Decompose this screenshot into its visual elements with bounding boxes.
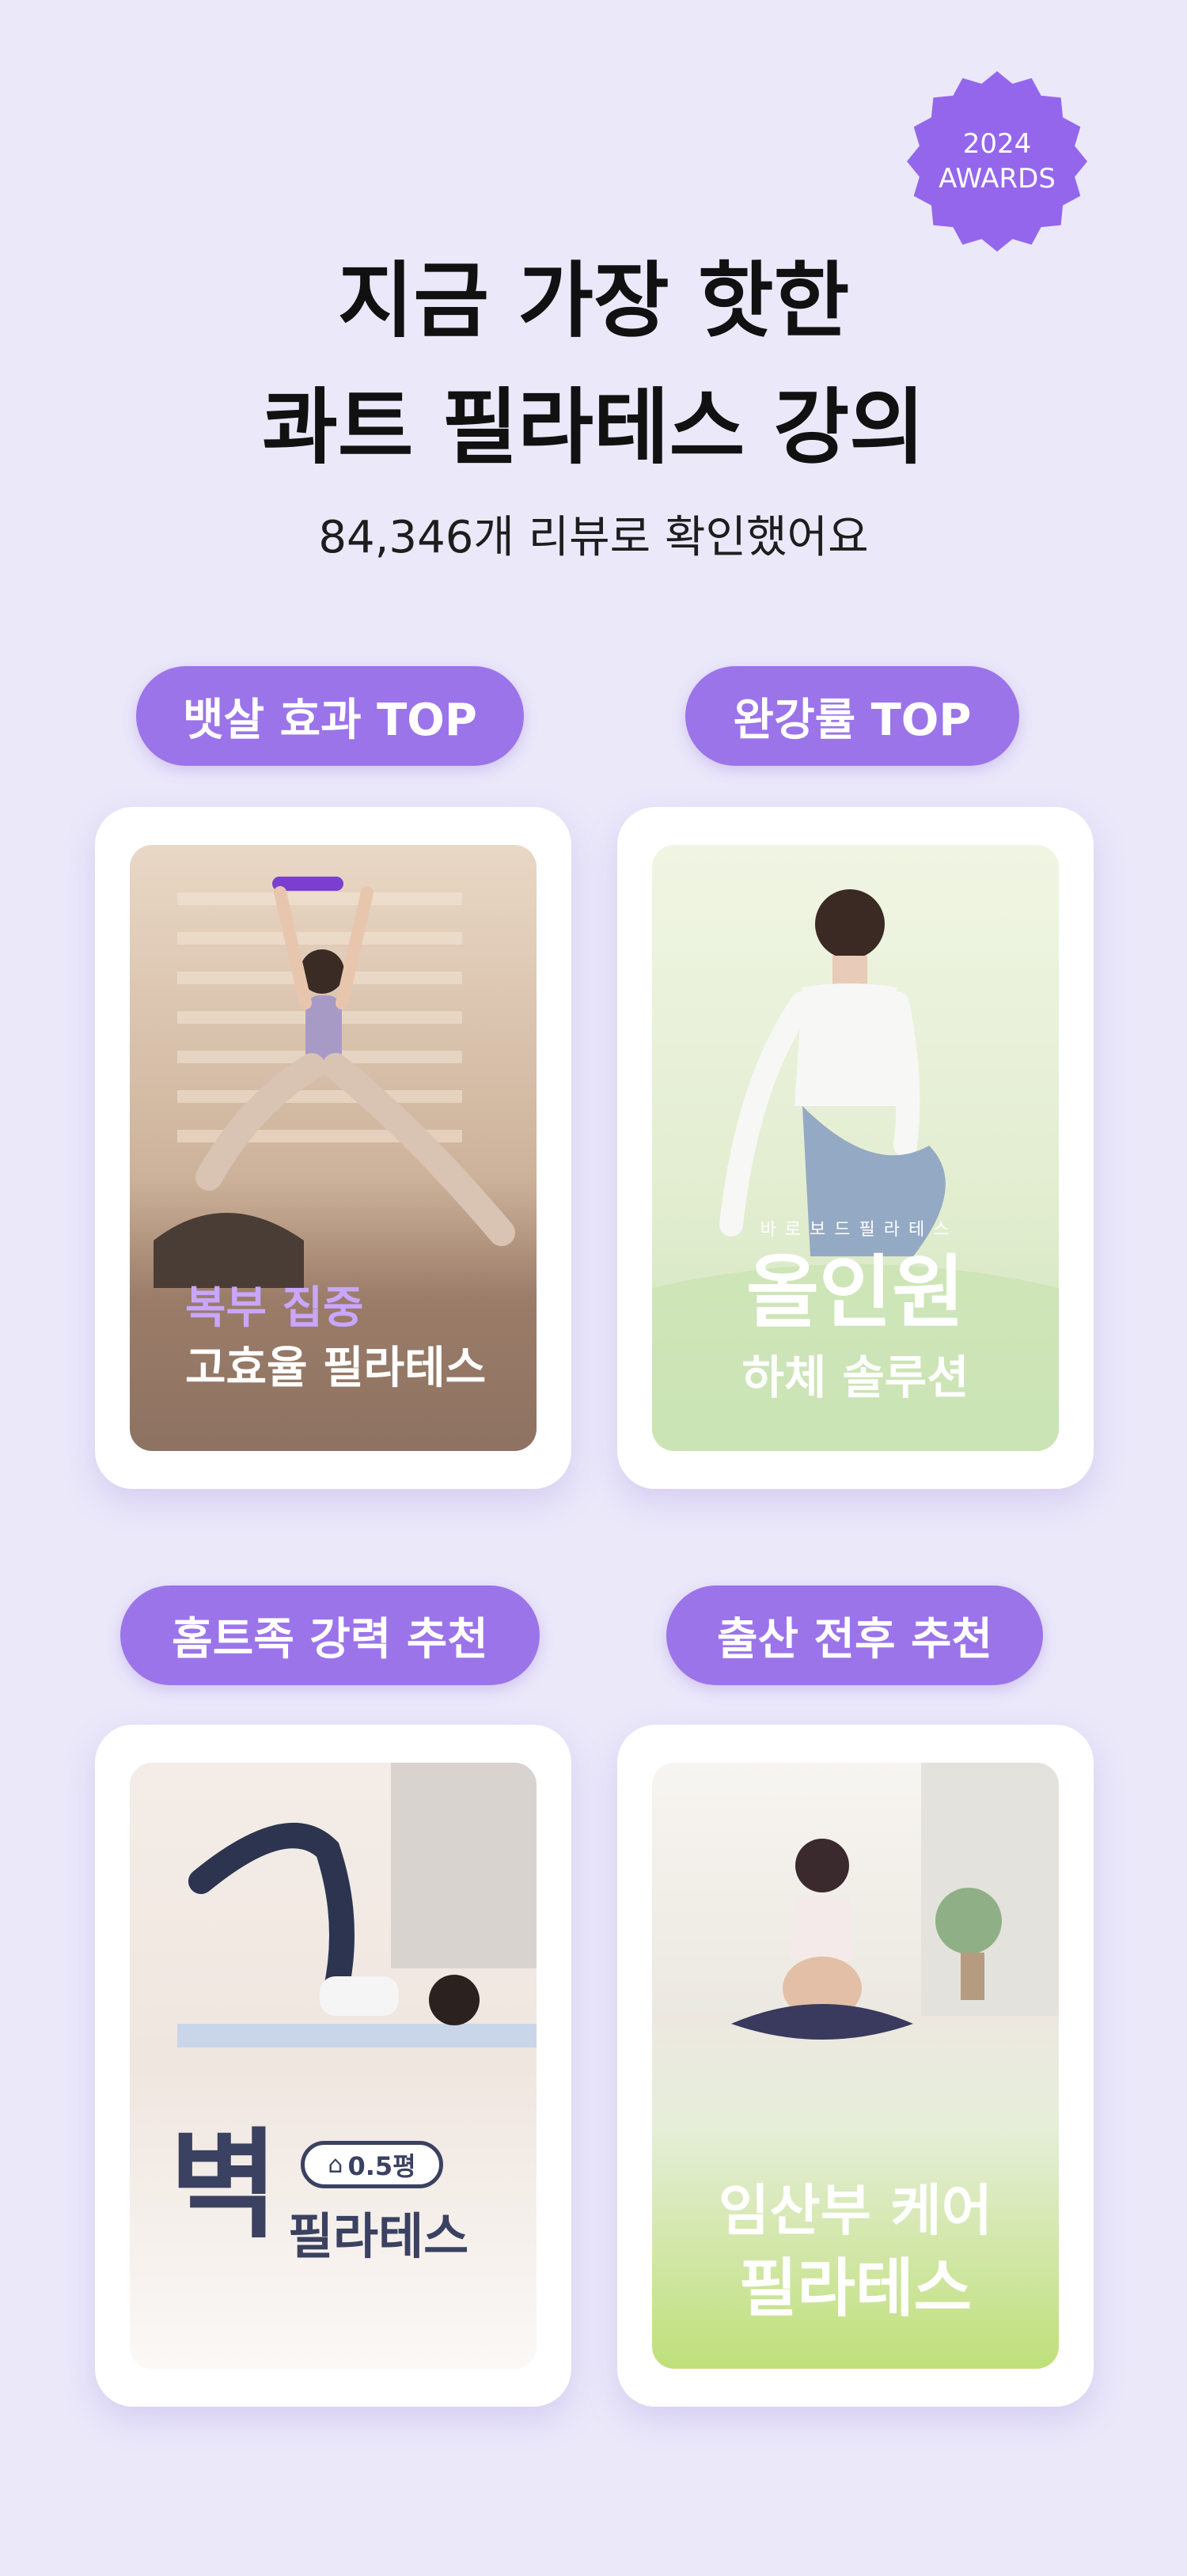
course-card-wall[interactable]: 벽 ⌂ 0.5평 필라테스 — [95, 1725, 571, 2407]
caption-pregnancy-line-1: 임산부 케어 — [718, 2178, 993, 2243]
caption-lower-body-solution: 하체 솔루션 — [741, 1351, 969, 1404]
area-chip-text: 0.5평 — [347, 2151, 416, 2181]
course-card-pregnancy[interactable]: 임산부 케어 필라테스 — [617, 1725, 1094, 2407]
caption-wall-pilates: 필라테스 — [288, 2207, 469, 2265]
tag-pregnancy-recommend[interactable]: 출산 전후 추천 — [666, 1585, 1043, 1685]
course-card-lower-body[interactable]: 바 로 보 드 필 라 테 스 올인원 하체 솔루션 — [617, 807, 1094, 1489]
tag-home-training-recommend[interactable]: 홈트족 강력 추천 — [120, 1585, 540, 1685]
home-icon: ⌂ — [328, 2150, 343, 2179]
course-thumbnail-pregnancy: 임산부 케어 필라테스 — [652, 1763, 1059, 2369]
caption-belly-line-2: 고효율 필라테스 — [185, 1343, 487, 1394]
title-line-2: 콰트 필라테스 강의 — [262, 379, 925, 475]
course-thumbnail-wall: 벽 ⌂ 0.5평 필라테스 — [130, 1763, 537, 2369]
badge-label: AWARDS — [939, 163, 1056, 195]
course-card-belly[interactable]: 복부 집중 고효율 필라테스 — [95, 807, 571, 1489]
course-thumbnail-belly: 복부 집중 고효율 필라테스 — [130, 845, 537, 1451]
tag-completion-top[interactable]: 완강률 TOP — [685, 666, 1019, 766]
badge-year: 2024 — [962, 128, 1032, 160]
wall-scene-image — [130, 1763, 537, 2369]
area-chip: ⌂ 0.5평 — [301, 2141, 443, 2188]
tag-belly-fat-top[interactable]: 뱃살 효과 TOP — [136, 666, 524, 766]
course-thumbnail-lower-body: 바 로 보 드 필 라 테 스 올인원 하체 솔루션 — [652, 845, 1059, 1451]
caption-all-in-one: 올인원 — [746, 1246, 965, 1339]
awards-badge: 2024 AWARDS — [905, 70, 1089, 253]
caption-barrel-small: 바 로 보 드 필 라 테 스 — [760, 1220, 951, 1240]
caption-pregnancy-line-2: 필라테스 — [738, 2252, 973, 2325]
title-line-1: 지금 가장 핫한 — [337, 252, 850, 349]
review-count-subtitle: 84,346개 리뷰로 확인했어요 — [318, 512, 869, 563]
page-title: 지금 가장 핫한 콰트 필라테스 강의 — [0, 237, 1187, 491]
caption-belly-line-1: 복부 집중 — [185, 1282, 364, 1334]
